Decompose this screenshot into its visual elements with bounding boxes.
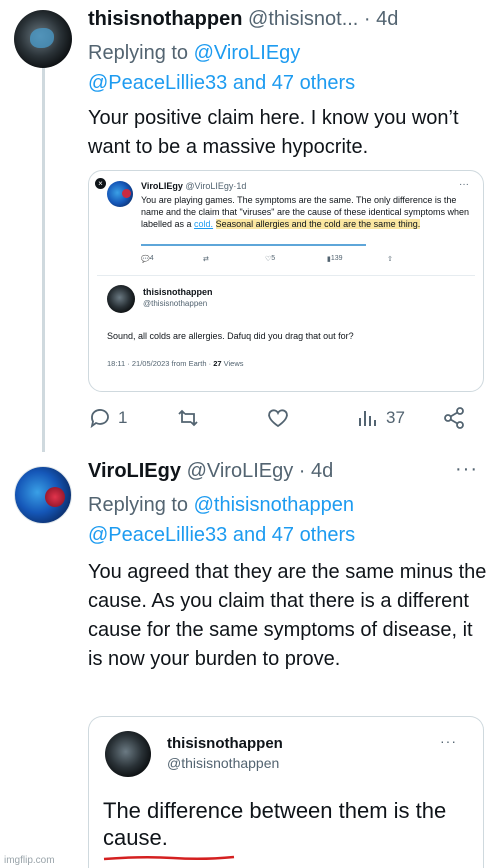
avatar[interactable] <box>14 466 72 524</box>
replying-others-link[interactable]: @PeaceLillie33 and 47 others <box>88 72 355 94</box>
share-icon <box>444 407 464 429</box>
more-icon: ··· <box>440 733 457 749</box>
separator-dot: · <box>298 460 306 482</box>
annotation-underline <box>141 244 366 246</box>
reply-count: 1 <box>118 408 128 427</box>
replying-prefix: Replying to <box>88 42 194 64</box>
replying-user-link[interactable]: @ViroLIEgy <box>194 42 301 64</box>
retweet-button[interactable] <box>176 406 206 430</box>
more-options-icon[interactable]: ··· <box>455 458 478 481</box>
embed-reply-text: Sound, all colds are allergies. Dafuq di… <box>107 331 354 341</box>
replying-user-link[interactable]: @thisisnothappen <box>194 494 354 516</box>
embed-meta-time: 18:11 · 21/05/2023 from Earth · <box>107 359 212 368</box>
embed-handle: @ViroLIEgy <box>185 181 234 191</box>
embed-text-cold: cold. <box>194 219 214 229</box>
embed-timestamp: 1d <box>236 181 247 191</box>
embed-views-count-value: 139 <box>330 255 343 262</box>
handle[interactable]: @ViroLIEgy <box>187 460 294 482</box>
embedded-screenshot[interactable]: × ··· ViroLIEgy @ViroLIEgy·1d You are pl… <box>88 170 484 392</box>
tweet-thisisnothappen[interactable]: thisisnothappen @thisisnot... · 4d Reply… <box>0 0 500 452</box>
display-name[interactable]: thisisnothappen <box>88 8 242 30</box>
like-button[interactable] <box>266 406 296 430</box>
embed-handle: @thisisnothappen <box>167 755 280 771</box>
tweet-virolIEgy[interactable]: ViroLIEgy @ViroLIEgy · 4d ··· Replying t… <box>0 452 500 868</box>
retweet-icon <box>178 409 198 427</box>
embed-like-count: ♡ 5 <box>265 255 276 263</box>
embed-meta-views-label: Views <box>223 359 244 368</box>
reply-button[interactable]: 1 <box>88 406 127 430</box>
embed-text-highlight: Seasonal allergies and the cold are the … <box>215 219 421 229</box>
embed-text: The difference between them is the cause… <box>103 798 447 850</box>
embed-retweet-icon: ⇄ <box>203 256 209 263</box>
replying-to-others: @PeaceLillie33 and 47 others <box>88 72 355 95</box>
embed-share-icon: ⇧ <box>387 256 393 263</box>
tweet-header: thisisnothappen @thisisnot... · 4d <box>88 8 398 31</box>
avatar <box>105 731 151 777</box>
embed-reply-count: 💬 4 <box>141 255 154 263</box>
display-name[interactable]: ViroLIEgy <box>88 460 181 482</box>
share-button[interactable] <box>442 406 466 430</box>
views-count: 37 <box>386 408 405 427</box>
timestamp[interactable]: 4d <box>311 460 333 482</box>
embed-header: ViroLIEgy @ViroLIEgy·1d <box>141 181 246 191</box>
embed-reply-handle: @thisisnothappen <box>143 299 208 308</box>
handle[interactable]: @thisisnot... <box>248 8 358 30</box>
close-icon: × <box>95 178 106 189</box>
tweet-text: You agreed that they are the same minus … <box>88 561 487 670</box>
embed-views-count: ▮ 139 <box>327 255 343 263</box>
embed-display-name: thisisnothappen <box>167 735 283 752</box>
red-annotation-underline <box>103 855 235 861</box>
views-button[interactable]: 37 <box>356 406 405 430</box>
separator-dot: · <box>363 8 371 30</box>
divider <box>97 275 475 276</box>
watermark: imgflip.com <box>4 855 55 866</box>
avatar-mark <box>30 28 54 48</box>
embed-like-count-value: 5 <box>271 255 276 262</box>
tweet-text: Your positive claim here. I know you won… <box>88 107 459 158</box>
replying-to: Replying to @thisisnothappen <box>88 494 354 517</box>
embed-reply-name: thisisnothappen <box>143 287 213 297</box>
timestamp[interactable]: 4d <box>376 8 398 30</box>
avatar <box>107 285 135 313</box>
more-icon: ··· <box>459 179 469 190</box>
virus-icon <box>122 189 131 198</box>
embed-text: You are playing games. The symptoms are … <box>141 194 471 230</box>
tweet-header: ViroLIEgy @ViroLIEgy · 4d <box>88 460 333 483</box>
replying-prefix: Replying to <box>88 494 194 516</box>
replying-to-others: @PeaceLillie33 and 47 others <box>88 524 355 547</box>
embedded-screenshot[interactable]: thisisnothappen @thisisnothappen ··· The… <box>88 716 484 868</box>
replying-to: Replying to @ViroLIEgy <box>88 42 300 65</box>
reply-icon <box>90 409 109 429</box>
heart-icon <box>268 409 288 428</box>
views-icon <box>359 411 376 426</box>
tweet-action-bar: 1 37 <box>88 406 472 436</box>
virus-icon <box>45 487 65 507</box>
embed-display-name: ViroLIEgy <box>141 181 183 191</box>
replying-others-link[interactable]: @PeaceLillie33 and 47 others <box>88 524 355 546</box>
avatar <box>107 181 133 207</box>
embed-reply-count-value: 4 <box>149 255 154 262</box>
embed-meta: 18:11 · 21/05/2023 from Earth · 27 Views <box>107 359 244 368</box>
embed-meta-views: 27 <box>213 359 222 368</box>
avatar[interactable] <box>14 10 72 68</box>
